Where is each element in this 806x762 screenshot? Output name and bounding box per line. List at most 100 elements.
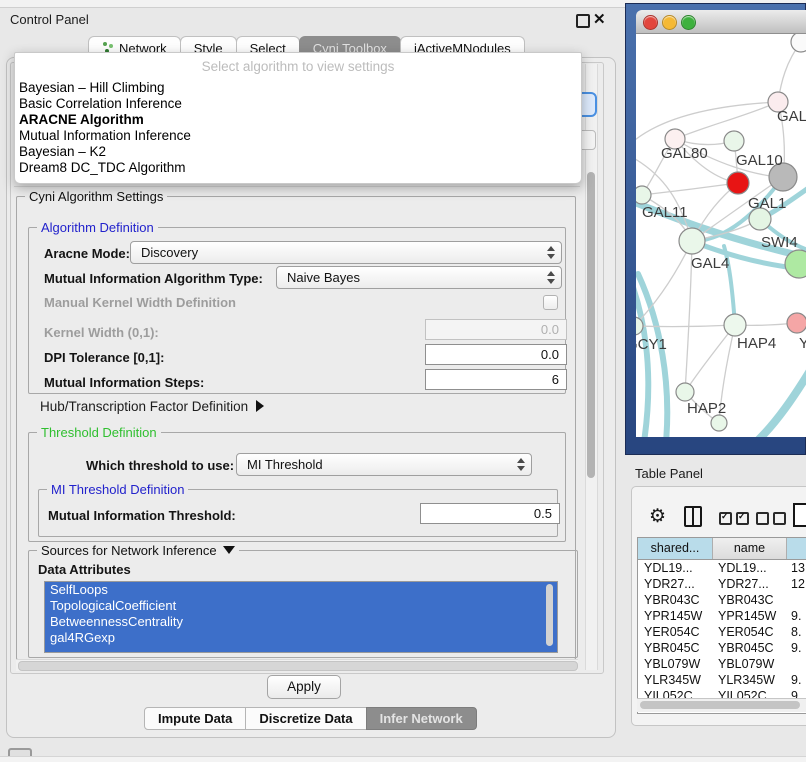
network-node[interactable] bbox=[711, 415, 727, 431]
minimize-light-icon[interactable] bbox=[662, 15, 677, 30]
table-hscroll-thumb[interactable] bbox=[640, 701, 800, 709]
table-cell: YDR27... bbox=[712, 576, 785, 592]
bottom-tab-infer-network[interactable]: Infer Network bbox=[366, 707, 477, 730]
network-node[interactable] bbox=[724, 314, 746, 336]
network-titlebar[interactable] bbox=[636, 10, 806, 34]
network-node[interactable] bbox=[787, 313, 806, 333]
algorithm-option[interactable]: Basic Correlation Inference bbox=[15, 96, 581, 112]
node-label: HAP4 bbox=[737, 335, 776, 352]
kernel-width-input[interactable] bbox=[425, 319, 567, 340]
settings-hscroll-thumb[interactable] bbox=[18, 661, 578, 671]
hub-definition-row[interactable]: Hub/Transcription Factor Definition bbox=[40, 399, 264, 414]
table-cell: 9. bbox=[785, 640, 806, 656]
table-cell: YBR043C bbox=[638, 592, 712, 608]
network-edge[interactable] bbox=[636, 102, 778, 146]
network-node[interactable] bbox=[727, 172, 749, 194]
gear-icon[interactable]: ⚙ bbox=[649, 505, 666, 528]
node-label: GAL4 bbox=[691, 255, 729, 272]
aracne-mode-label: Aracne Mode: bbox=[44, 246, 130, 261]
close-icon[interactable]: ✕ bbox=[593, 10, 606, 28]
control-panel-title: Control Panel bbox=[10, 12, 89, 27]
mi-threshold-input[interactable] bbox=[420, 503, 560, 524]
table-cell: YER054C bbox=[712, 624, 785, 640]
table-cell: YDL19... bbox=[712, 560, 785, 576]
bottom-tabs: Impute DataDiscretize DataInfer Network bbox=[144, 707, 476, 728]
zoom-light-icon[interactable] bbox=[681, 15, 696, 30]
threshold-definition-title: Threshold Definition bbox=[37, 425, 161, 440]
attribute-item[interactable]: TopologicalCoefficient bbox=[45, 598, 557, 614]
network-window[interactable]: GALGAL80GAL10GAL1GAL11SWI4GAL4GCY1HAP4YH… bbox=[625, 3, 806, 455]
column-header[interactable] bbox=[787, 538, 806, 559]
attribute-item[interactable]: gal4RGexp bbox=[45, 630, 557, 646]
document-icon[interactable] bbox=[793, 503, 806, 527]
table-row[interactable]: YLR345WYLR345W9. bbox=[638, 672, 806, 688]
float-icon[interactable] bbox=[576, 14, 590, 28]
table-header-row: shared...name bbox=[638, 538, 806, 560]
network-node[interactable] bbox=[679, 228, 705, 254]
close-light-icon[interactable] bbox=[643, 15, 658, 30]
expand-right-icon[interactable] bbox=[256, 400, 264, 412]
table-cell: YPR145W bbox=[638, 608, 712, 624]
settings-vscroll-thumb[interactable] bbox=[587, 172, 595, 478]
network-edge[interactable] bbox=[638, 274, 667, 437]
network-node[interactable] bbox=[724, 131, 744, 151]
attribute-item[interactable]: SelfLoops bbox=[45, 582, 557, 598]
table-row[interactable]: YDL19...YDL19...13 bbox=[638, 560, 806, 576]
dpi-tolerance-input[interactable] bbox=[425, 344, 567, 365]
bottom-tab-discretize-data[interactable]: Discretize Data bbox=[245, 707, 366, 730]
column-header[interactable]: shared... bbox=[638, 538, 713, 559]
kernel-width-label: Kernel Width (0,1): bbox=[44, 325, 159, 340]
network-edge[interactable] bbox=[754, 364, 806, 437]
mi-type-label: Mutual Information Algorithm Type: bbox=[44, 271, 263, 286]
attr-items: SelfLoopsTopologicalCoefficientBetweenne… bbox=[45, 582, 557, 646]
table-row[interactable]: YDR27...YDR27...12 bbox=[638, 576, 806, 592]
network-edge[interactable] bbox=[636, 325, 735, 327]
mi-steps-input[interactable] bbox=[425, 369, 567, 390]
table-row[interactable]: YER054CYER054C8. bbox=[638, 624, 806, 640]
algorithm-option[interactable]: Mutual Information Inference bbox=[15, 128, 581, 144]
table-cell: YBR043C bbox=[712, 592, 785, 608]
dpi-tolerance-label: DPI Tolerance [0,1]: bbox=[44, 350, 164, 365]
attributes-scrollbar[interactable] bbox=[546, 584, 553, 646]
table-cell: YBL079W bbox=[712, 656, 785, 672]
columns-icon[interactable] bbox=[684, 506, 702, 527]
deselect-all-checks-icon[interactable] bbox=[756, 512, 790, 530]
aracne-mode-combo[interactable]: Discovery bbox=[130, 241, 562, 264]
algorithm-option[interactable]: Dream8 DC_TDC Algorithm bbox=[15, 160, 581, 176]
table-cell: YBR045C bbox=[638, 640, 712, 656]
network-node[interactable] bbox=[636, 186, 651, 204]
table-cell: YLR345W bbox=[712, 672, 785, 688]
table-row[interactable]: YBR045CYBR045C9. bbox=[638, 640, 806, 656]
partial-selected-item[interactable] bbox=[45, 646, 557, 652]
stepper-arrows-icon bbox=[547, 270, 555, 285]
node-table: shared...name YDL19...YDL19...13YDR27...… bbox=[637, 537, 806, 714]
attribute-item[interactable]: BetweennessCentrality bbox=[45, 614, 557, 630]
table-cell: 9. bbox=[785, 608, 806, 624]
column-header[interactable]: name bbox=[713, 538, 787, 559]
node-label: GAL1 bbox=[748, 195, 786, 212]
mi-type-combo[interactable]: Naive Bayes bbox=[276, 266, 562, 289]
table-row[interactable]: YBR043CYBR043C bbox=[638, 592, 806, 608]
network-node[interactable] bbox=[676, 383, 694, 401]
which-threshold-combo[interactable]: MI Threshold bbox=[236, 453, 532, 476]
table-row[interactable]: YBL079WYBL079W bbox=[638, 656, 806, 672]
algorithm-placeholder: Select algorithm to view settings bbox=[15, 59, 581, 74]
algorithm-option[interactable]: ARACNE Algorithm bbox=[15, 112, 581, 128]
which-threshold-value: MI Threshold bbox=[247, 457, 323, 472]
network-node[interactable] bbox=[791, 34, 806, 52]
apply-button[interactable]: Apply bbox=[267, 675, 341, 699]
select-all-checks-icon[interactable] bbox=[719, 512, 753, 530]
manual-kernel-checkbox[interactable] bbox=[543, 295, 558, 310]
algorithm-option[interactable]: Bayesian – K2 bbox=[15, 144, 581, 160]
sources-title-row[interactable]: Sources for Network Inference bbox=[37, 543, 239, 558]
network-edge[interactable] bbox=[642, 183, 738, 195]
bottom-tab-impute-data[interactable]: Impute Data bbox=[144, 707, 246, 730]
node-label: HAP2 bbox=[687, 400, 726, 417]
algorithm-option[interactable]: Bayesian – Hill Climbing bbox=[15, 80, 581, 96]
stepper-arrows-icon bbox=[547, 245, 555, 260]
collapse-down-icon[interactable] bbox=[223, 546, 235, 554]
table-row[interactable]: YPR145WYPR145W9. bbox=[638, 608, 806, 624]
network-canvas[interactable]: GALGAL80GAL10GAL1GAL11SWI4GAL4GCY1HAP4YH… bbox=[636, 34, 806, 437]
cyni-settings-title: Cyni Algorithm Settings bbox=[25, 189, 167, 204]
table-cell: YER054C bbox=[638, 624, 712, 640]
